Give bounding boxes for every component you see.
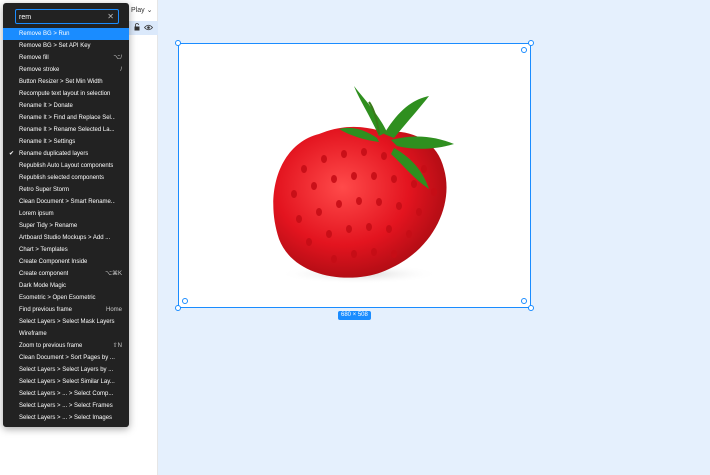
- resize-handle-top-right[interactable]: [528, 40, 534, 46]
- menu-item[interactable]: Esometric > Open Esometric: [3, 292, 129, 304]
- menu-item[interactable]: Find previous frame Home: [3, 304, 129, 316]
- close-icon[interactable]: ✕: [107, 11, 114, 23]
- menu-item[interactable]: Select Layers > Select Mask Layers: [3, 316, 129, 328]
- menu-item-label: Remove BG > Set API Key: [19, 43, 91, 49]
- menu-item-label: Create Component Inside: [19, 259, 88, 265]
- menu-item[interactable]: Button Resizer > Set Min Width: [3, 76, 129, 88]
- corner-radius-handle[interactable]: [521, 298, 527, 304]
- menu-item-label: Button Resizer > Set Min Width: [19, 79, 103, 85]
- play-label: Play: [131, 7, 145, 14]
- menu-item[interactable]: Lorem ipsum: [3, 208, 129, 220]
- menu-item-label: Lorem ipsum: [19, 211, 54, 217]
- menu-item[interactable]: Zoom to previous frame ⇧N: [3, 340, 129, 352]
- menu-item[interactable]: Retro Super Storm: [3, 184, 129, 196]
- menu-item-label: Select Layers > ... > Select Images: [19, 415, 113, 421]
- menu-item-label: Dark Mode Magic: [19, 283, 67, 289]
- menu-item[interactable]: Remove BG > Run: [3, 28, 129, 40]
- selected-frame[interactable]: [175, 40, 534, 311]
- strawberry-image: [273, 86, 454, 284]
- menu-item[interactable]: Chart > Templates: [3, 244, 129, 256]
- menu-item-label: Remove BG > Run: [19, 31, 70, 37]
- menu-item-shortcut: ⌥/: [113, 55, 122, 61]
- checkmark-icon: ✔: [9, 151, 15, 157]
- menu-item-label: Republish Auto Layout components: [19, 163, 114, 169]
- menu-item[interactable]: Artboard Studio Mockups > Add ...: [3, 232, 129, 244]
- selected-layer-row[interactable]: [128, 21, 158, 35]
- menu-item[interactable]: Select Layers > ... > Select Images: [3, 412, 129, 424]
- menu-item-shortcut: Home: [105, 307, 122, 313]
- menu-item[interactable]: ✔ Rename duplicated layers: [3, 148, 129, 160]
- menu-item[interactable]: Select Layers > Select Similar Lay...: [3, 376, 129, 388]
- search-field[interactable]: ✕: [15, 9, 119, 24]
- menu-item[interactable]: Remove BG > Set API Key: [3, 40, 129, 52]
- menu-item[interactable]: Dark Mode Magic: [3, 280, 129, 292]
- menu-item-label: Remove stroke: [19, 67, 60, 73]
- menu-item-shortcut: ⇧N: [112, 343, 122, 349]
- menu-item[interactable]: Wireframe: [3, 328, 129, 340]
- menu-item-label: Artboard Studio Mockups > Add ...: [19, 235, 111, 241]
- menu-item-label: Select Layers > Select Mask Layers: [19, 319, 115, 325]
- corner-radius-handle[interactable]: [521, 47, 527, 53]
- menu-item[interactable]: Rename It > Rename Selected La...: [3, 124, 129, 136]
- menu-item[interactable]: Remove stroke /: [3, 64, 129, 76]
- menu-item[interactable]: Select Layers > ... > Select Frames: [3, 400, 129, 412]
- menu-item-label: Remove fill: [19, 55, 49, 61]
- menu-item[interactable]: Recompute text layout in selection: [3, 88, 129, 100]
- unlock-icon[interactable]: [134, 23, 140, 31]
- play-button[interactable]: Play ⌄: [131, 6, 152, 14]
- corner-radius-handle[interactable]: [182, 298, 188, 304]
- quick-actions-menu: ✕ Remove BG > Run Remove BG > Set API Key…: [3, 3, 129, 427]
- resize-handle-top-left[interactable]: [175, 40, 181, 46]
- menu-item[interactable]: Clean Document > Smart Rename...: [3, 196, 129, 208]
- menu-item-label: Select Layers > ... > Select Comp...: [19, 391, 114, 397]
- menu-item-label: Recompute text layout in selection: [19, 91, 111, 97]
- eye-icon[interactable]: [144, 24, 153, 31]
- menu-item[interactable]: Rename It > Settings: [3, 136, 129, 148]
- frame-size-badge: 680 × 508: [338, 311, 371, 320]
- menu-item[interactable]: Republish selected components: [3, 172, 129, 184]
- menu-item-label: Clean Document > Smart Rename...: [19, 199, 115, 205]
- menu-item-label: Select Layers > ... > Select Frames: [19, 403, 113, 409]
- menu-item[interactable]: Select Layers > Select Layers by ...: [3, 364, 129, 376]
- menu-item-label: Select Layers > Select Layers by ...: [19, 367, 114, 373]
- menu-item-label: Retro Super Storm: [19, 187, 70, 193]
- menu-item-label: Rename duplicated layers: [19, 151, 89, 157]
- menu-item-label: Chart > Templates: [19, 247, 68, 253]
- menu-item-label: Rename It > Rename Selected La...: [19, 127, 115, 133]
- menu-item[interactable]: Rename It > Find and Replace Sel...: [3, 112, 129, 124]
- menu-item[interactable]: Create Component Inside: [3, 256, 129, 268]
- menu-item-label: Esometric > Open Esometric: [19, 295, 96, 301]
- search-input[interactable]: [19, 12, 104, 22]
- chevron-down-icon: ⌄: [146, 7, 153, 14]
- menu-item-label: Zoom to previous frame: [19, 343, 83, 349]
- menu-item-label: Create component: [19, 271, 69, 277]
- menu-item[interactable]: Select Layers > ... > Select Comp...: [3, 388, 129, 400]
- menu-item[interactable]: Remove fill ⌥/: [3, 52, 129, 64]
- menu-item-label: Wireframe: [19, 331, 47, 337]
- menu-item-label: Rename It > Donate: [19, 103, 73, 109]
- menu-item[interactable]: Rename It > Donate: [3, 100, 129, 112]
- menu-item[interactable]: Super Tidy > Rename: [3, 220, 129, 232]
- menu-item[interactable]: Clean Document > Sort Pages by ...: [3, 352, 129, 364]
- menu-item-label: Find previous frame: [19, 307, 73, 313]
- menu-item-label: Rename It > Settings: [19, 139, 76, 145]
- resize-handle-bottom-left[interactable]: [175, 305, 181, 311]
- menu-item[interactable]: Create component ⌥⌘K: [3, 268, 129, 280]
- resize-handle-bottom-right[interactable]: [528, 305, 534, 311]
- menu-item[interactable]: Republish Auto Layout components: [3, 160, 129, 172]
- menu-item-label: Clean Document > Sort Pages by ...: [19, 355, 115, 361]
- menu-item-label: Super Tidy > Rename: [19, 223, 78, 229]
- menu-item-label: Republish selected components: [19, 175, 105, 181]
- menu-item-label: Select Layers > Select Similar Lay...: [19, 379, 115, 385]
- menu-item-label: Rename It > Find and Replace Sel...: [19, 115, 115, 121]
- menu-item-list: Remove BG > Run Remove BG > Set API Key Re…: [3, 28, 129, 424]
- menu-item-shortcut: ⌥⌘K: [105, 271, 122, 277]
- menu-item-shortcut: /: [120, 67, 122, 73]
